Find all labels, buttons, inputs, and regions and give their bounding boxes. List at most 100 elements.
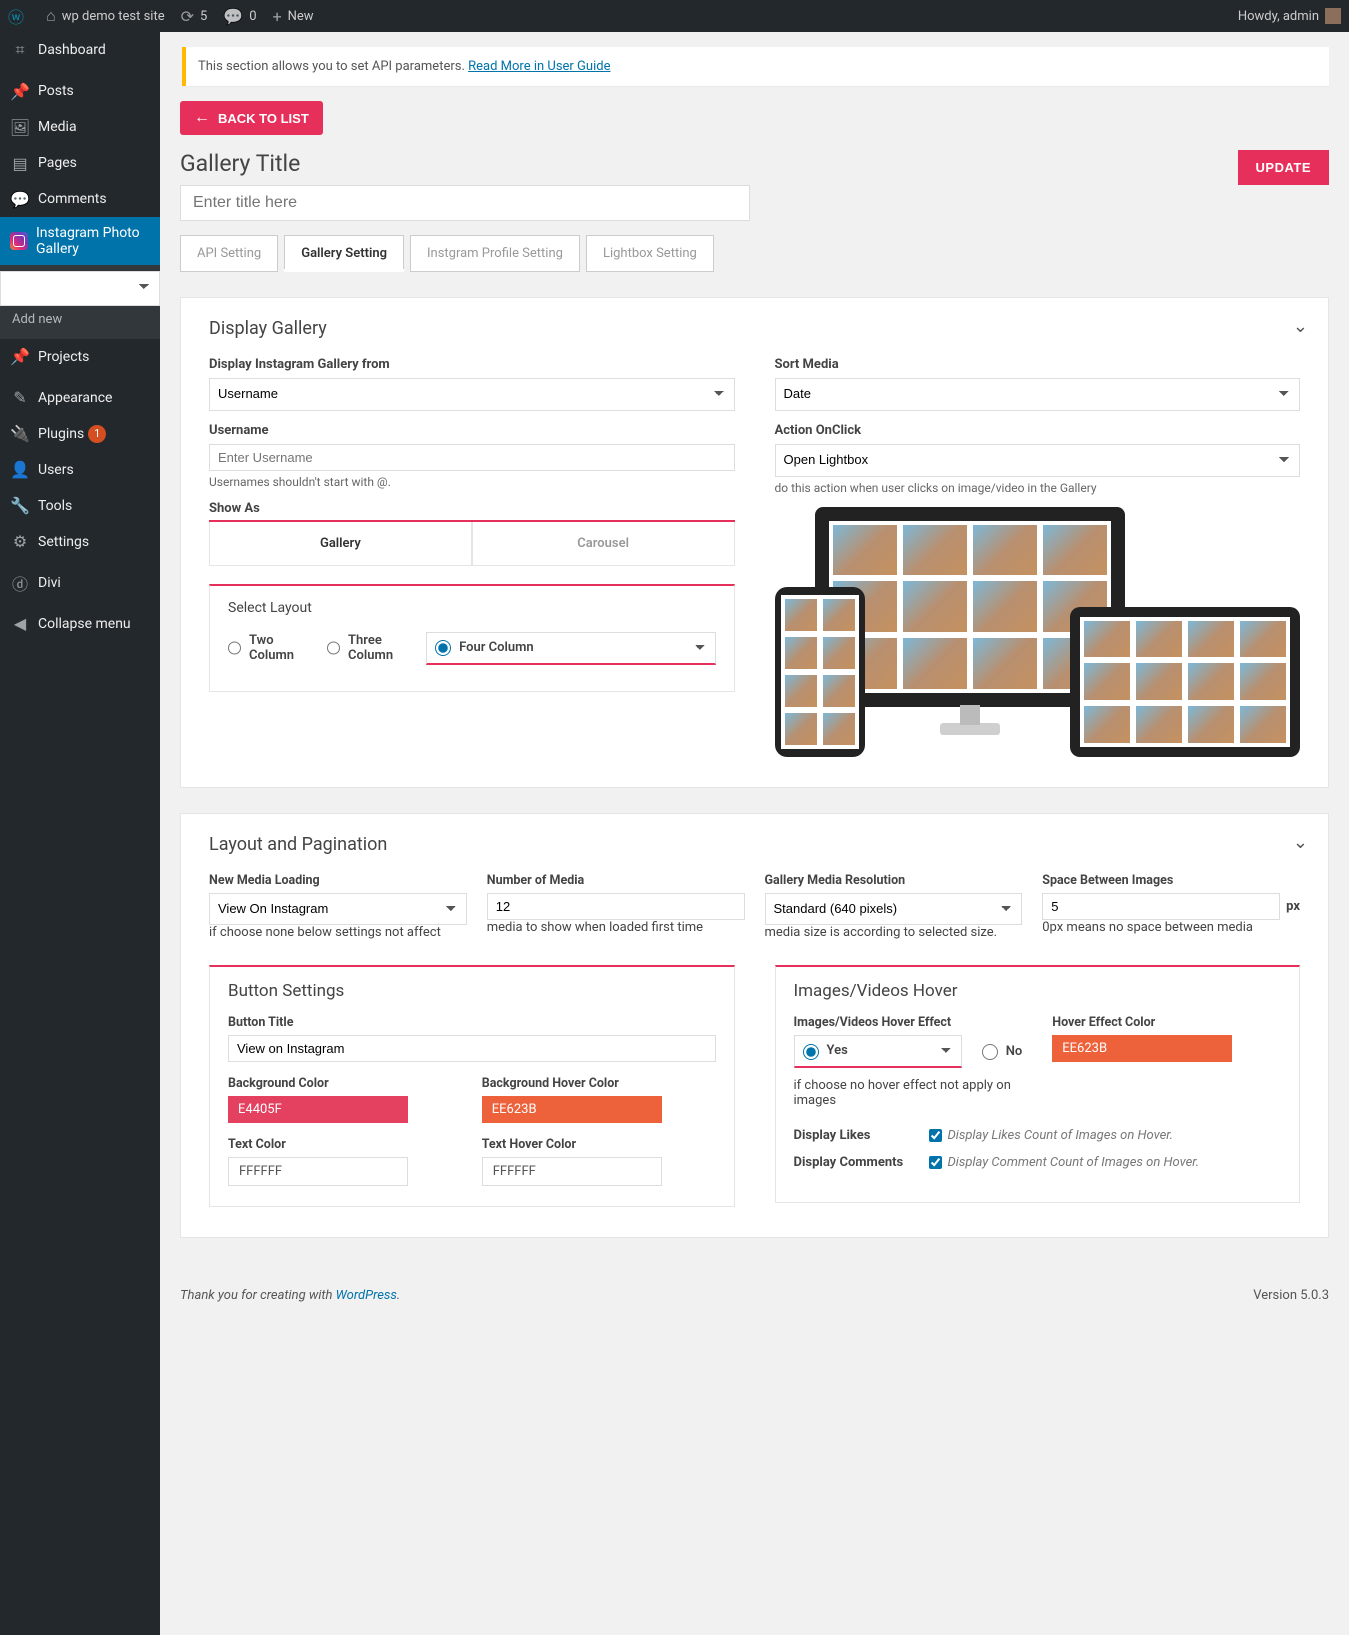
footer-thanks: Thank you for creating with	[180, 1288, 336, 1303]
hover-yes-option[interactable]: Yes	[794, 1035, 962, 1068]
menu-collapse[interactable]: ◀Collapse menu	[0, 606, 160, 642]
btn-title-label: Button Title	[228, 1015, 716, 1030]
hover-color-swatch[interactable]: EE623B	[1052, 1035, 1232, 1062]
back-to-list-button[interactable]: ← BACK TO LIST	[180, 101, 323, 135]
settings-tabs: API Setting Gallery Setting Instgram Pro…	[180, 235, 1329, 272]
wrench-icon: 🔧	[10, 496, 30, 516]
tab-profile[interactable]: Instgram Profile Setting	[410, 235, 580, 272]
panel-toggle-icon[interactable]: ⌄	[1293, 316, 1308, 337]
tablet-mock	[1070, 607, 1300, 757]
wordpress-icon: ⓦ	[8, 4, 24, 28]
button-settings-heading: Button Settings	[228, 981, 716, 1001]
display-comments-label: Display Comments	[794, 1155, 929, 1170]
admin-bar: ⓦ ⌂wp demo test site ⟳5 💬0 +New Howdy, a…	[0, 0, 1349, 32]
plugin-update-badge: 1	[88, 425, 106, 443]
showas-label: Show As	[209, 501, 735, 516]
layout-two-radio[interactable]	[228, 640, 241, 656]
new-media-select[interactable]: View On Instagram	[209, 893, 467, 926]
username-help: Usernames shouldn't start with @.	[209, 475, 735, 489]
bg-hover-label: Background Hover Color	[482, 1076, 716, 1091]
layout-heading: Select Layout	[228, 600, 716, 616]
bg-color-swatch[interactable]: E4405F	[228, 1096, 408, 1123]
from-select[interactable]: Username	[209, 378, 735, 411]
footer-wp-link[interactable]: WordPress	[336, 1288, 397, 1303]
menu-pages[interactable]: ▤Pages	[0, 145, 160, 181]
updates-count: 5	[200, 9, 207, 24]
layout-pag-heading: Layout and Pagination	[209, 834, 1300, 855]
update-button[interactable]: UPDATE	[1238, 150, 1329, 185]
comment-icon: 💬	[10, 189, 30, 209]
refresh-icon: ⟳	[181, 7, 194, 26]
layout-three-radio[interactable]	[327, 640, 340, 656]
menu-tools[interactable]: 🔧Tools	[0, 488, 160, 524]
resolution-select[interactable]: Standard (640 pixels)	[765, 893, 1023, 926]
hover-no-option[interactable]: No	[982, 1035, 1023, 1068]
menu-plugins[interactable]: 🔌Plugins1	[0, 416, 160, 452]
display-gallery-panel: ⌄ Display Gallery Display Instagram Gall…	[180, 297, 1329, 788]
action-label: Action OnClick	[775, 423, 1301, 438]
wp-logo-link[interactable]: ⓦ	[0, 0, 38, 32]
new-label: New	[288, 9, 314, 24]
updates-link[interactable]: ⟳5	[173, 0, 216, 32]
display-likes-label: Display Likes	[794, 1128, 929, 1143]
hover-settings-panel: Images/Videos Hover Images/Videos Hover …	[775, 965, 1301, 1203]
display-gallery-heading: Display Gallery	[209, 318, 1300, 339]
display-likes-checkbox[interactable]	[929, 1129, 942, 1142]
hover-color-label: Hover Effect Color	[1052, 1015, 1281, 1030]
menu-posts[interactable]: 📌Posts	[0, 73, 160, 109]
hover-yes-radio[interactable]	[803, 1044, 819, 1060]
num-media-input[interactable]	[487, 893, 745, 920]
collapse-icon: ◀	[10, 614, 30, 634]
btn-title-input[interactable]	[228, 1035, 716, 1062]
new-media-help: if choose none below settings not affect	[209, 925, 467, 940]
action-select[interactable]: Open Lightbox	[775, 444, 1301, 477]
text-hover-label: Text Hover Color	[482, 1137, 716, 1152]
space-label: Space Between Images	[1042, 873, 1300, 888]
tab-lightbox[interactable]: Lightbox Setting	[586, 235, 714, 272]
bg-hover-swatch[interactable]: EE623B	[482, 1096, 662, 1123]
sort-select[interactable]: Date	[775, 378, 1301, 411]
menu-settings[interactable]: ⚙Settings	[0, 524, 160, 560]
tab-api[interactable]: API Setting	[180, 235, 278, 272]
layout-four-radio[interactable]	[435, 640, 451, 656]
arrow-left-icon: ←	[194, 109, 210, 127]
notice-link[interactable]: Read More in User Guide	[468, 59, 610, 74]
hover-effect-label: Images/Videos Hover Effect	[794, 1015, 1023, 1030]
username-input[interactable]	[209, 444, 735, 471]
menu-comments[interactable]: 💬Comments	[0, 181, 160, 217]
sort-label: Sort Media	[775, 357, 1301, 372]
menu-users[interactable]: 👤Users	[0, 452, 160, 488]
menu-instagram-gallery[interactable]: Instagram Photo Gallery	[0, 217, 160, 265]
gallery-title-input[interactable]	[180, 185, 750, 221]
notice-text: This section allows you to set API param…	[198, 59, 468, 74]
space-input[interactable]	[1042, 893, 1280, 920]
menu-media[interactable]: 🖼Media	[0, 109, 160, 145]
text-hover-swatch[interactable]: FFFFFF	[482, 1157, 662, 1186]
submenu-addnew[interactable]: Add new	[0, 306, 160, 333]
showas-carousel-tab[interactable]: Carousel	[472, 522, 735, 566]
submenu-gallery[interactable]: Gallery	[0, 271, 160, 306]
display-comments-checkbox[interactable]	[929, 1156, 942, 1169]
panel-toggle-icon[interactable]: ⌄	[1293, 832, 1308, 853]
comments-link[interactable]: 💬0	[215, 0, 264, 32]
showas-gallery-tab[interactable]: Gallery	[209, 522, 472, 566]
plug-icon: 🔌	[10, 424, 30, 444]
home-icon: ⌂	[46, 6, 56, 26]
layout-three-option[interactable]: Three Column	[327, 632, 396, 665]
menu-divi[interactable]: ⓓDivi	[0, 565, 160, 601]
hover-no-radio[interactable]	[982, 1044, 998, 1060]
text-color-swatch[interactable]: FFFFFF	[228, 1157, 408, 1186]
tab-gallery[interactable]: Gallery Setting	[284, 235, 404, 272]
menu-appearance[interactable]: ✎Appearance	[0, 380, 160, 416]
space-help: 0px means no space between media	[1042, 920, 1300, 935]
menu-projects[interactable]: 📌Projects	[0, 339, 160, 375]
layout-four-option[interactable]: Four Column	[426, 632, 715, 665]
menu-dashboard[interactable]: ⌗Dashboard	[0, 32, 160, 68]
site-name-link[interactable]: ⌂wp demo test site	[38, 0, 173, 32]
howdy-link[interactable]: Howdy, admin	[1230, 0, 1349, 32]
new-link[interactable]: +New	[265, 0, 322, 32]
layout-two-option[interactable]: Two Column	[228, 632, 297, 665]
footer: Thank you for creating with WordPress. V…	[180, 1288, 1329, 1303]
display-likes-desc: Display Likes Count of Images on Hover.	[948, 1128, 1174, 1143]
num-media-help: media to show when loaded first time	[487, 920, 745, 935]
